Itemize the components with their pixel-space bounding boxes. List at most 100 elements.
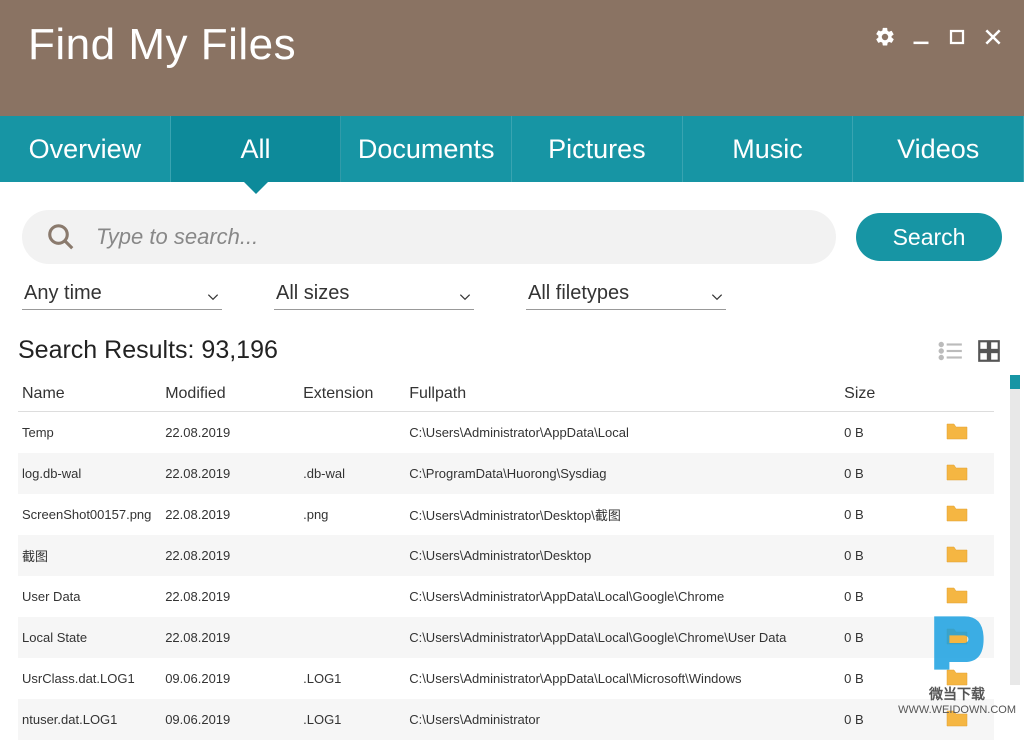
tab-all[interactable]: All xyxy=(171,116,342,182)
table-row[interactable]: Temp22.08.2019 C:\Users\Administrator\App… xyxy=(18,412,994,454)
cell-name: User Data xyxy=(18,576,161,617)
col-name[interactable]: Name xyxy=(18,375,161,412)
results-table: Name Modified Extension Fullpath Size Te… xyxy=(18,375,994,740)
results-table-wrap: Name Modified Extension Fullpath Size Te… xyxy=(0,375,1024,740)
cell-size: 0 B xyxy=(840,453,941,494)
filter-filetype[interactable]: All filetypes xyxy=(526,278,726,310)
cell-size: 0 B xyxy=(840,658,941,699)
filter-row: Any time All sizes All filetypes xyxy=(0,264,1024,310)
close-icon[interactable] xyxy=(982,26,1004,48)
cell-fullpath: C:\Users\Administrator\Desktop xyxy=(405,535,840,576)
cell-fullpath: C:\Users\Administrator\AppData\Local\Goo… xyxy=(405,617,840,658)
col-action xyxy=(941,375,994,412)
cell-extension: .db-wal xyxy=(299,453,405,494)
table-row[interactable]: ScreenShot00157.png22.08.2019.pngC:\User… xyxy=(18,494,994,535)
filter-size-label: All sizes xyxy=(276,282,349,305)
search-icon xyxy=(46,222,76,252)
cell-name: UsrClass.dat.LOG1 xyxy=(18,658,161,699)
col-fullpath[interactable]: Fullpath xyxy=(405,375,840,412)
cell-modified: 22.08.2019 xyxy=(161,535,299,576)
col-size[interactable]: Size xyxy=(840,375,941,412)
grid-view-icon[interactable] xyxy=(976,338,1002,364)
scrollbar[interactable] xyxy=(1010,375,1020,685)
list-view-icon[interactable] xyxy=(938,338,964,364)
open-folder-button[interactable] xyxy=(941,535,994,576)
results-count: Search Results: 93,196 xyxy=(18,336,278,365)
table-row[interactable]: log.db-wal22.08.2019.db-walC:\ProgramDat… xyxy=(18,453,994,494)
cell-fullpath: C:\Users\Administrator xyxy=(405,699,840,740)
open-folder-button[interactable] xyxy=(941,576,994,617)
cell-fullpath: C:\Users\Administrator\Desktop\截图 xyxy=(405,494,840,535)
cell-fullpath: C:\Users\Administrator\AppData\Local\Goo… xyxy=(405,576,840,617)
cell-size: 0 B xyxy=(840,494,941,535)
col-extension[interactable]: Extension xyxy=(299,375,405,412)
results-number: 93,196 xyxy=(201,336,277,364)
table-row[interactable]: Local State22.08.2019 C:\Users\Administra… xyxy=(18,617,994,658)
cell-extension: .png xyxy=(299,494,405,535)
cell-size: 0 B xyxy=(840,576,941,617)
search-row: Search xyxy=(0,182,1024,264)
cell-fullpath: C:\Users\Administrator\AppData\Local\Mic… xyxy=(405,658,840,699)
cell-extension xyxy=(299,576,405,617)
search-button[interactable]: Search xyxy=(856,213,1002,261)
table-row[interactable]: ntuser.dat.LOG109.06.2019.LOG1C:\Users\A… xyxy=(18,699,994,740)
cell-name: log.db-wal xyxy=(18,453,161,494)
table-row[interactable]: UsrClass.dat.LOG109.06.2019.LOG1C:\Users… xyxy=(18,658,994,699)
cell-modified: 22.08.2019 xyxy=(161,617,299,658)
filter-time[interactable]: Any time xyxy=(22,278,222,310)
cell-extension xyxy=(299,412,405,454)
cell-modified: 22.08.2019 xyxy=(161,453,299,494)
search-input[interactable] xyxy=(96,224,812,250)
cell-size: 0 B xyxy=(840,699,941,740)
chevron-down-icon xyxy=(710,287,724,301)
gear-icon[interactable] xyxy=(874,26,896,48)
cell-extension: .LOG1 xyxy=(299,699,405,740)
maximize-icon[interactable] xyxy=(946,26,968,48)
cell-modified: 09.06.2019 xyxy=(161,658,299,699)
open-folder-button[interactable] xyxy=(941,658,994,699)
filter-size[interactable]: All sizes xyxy=(274,278,474,310)
scrollthumb[interactable] xyxy=(1010,375,1020,389)
chevron-down-icon xyxy=(206,287,220,301)
cell-size: 0 B xyxy=(840,412,941,454)
filter-filetype-label: All filetypes xyxy=(528,282,629,305)
cell-modified: 22.08.2019 xyxy=(161,494,299,535)
minimize-icon[interactable] xyxy=(910,26,932,48)
cell-name: ntuser.dat.LOG1 xyxy=(18,699,161,740)
cell-name: 截图 xyxy=(18,535,161,576)
open-folder-button[interactable] xyxy=(941,699,994,740)
col-modified[interactable]: Modified xyxy=(161,375,299,412)
cell-size: 0 B xyxy=(840,535,941,576)
cell-name: Local State xyxy=(18,617,161,658)
cell-fullpath: C:\ProgramData\Huorong\Sysdiag xyxy=(405,453,840,494)
results-label: Search Results: xyxy=(18,336,201,364)
cell-modified: 22.08.2019 xyxy=(161,576,299,617)
cell-modified: 22.08.2019 xyxy=(161,412,299,454)
tabs: OverviewAllDocumentsPicturesMusicVideos xyxy=(0,116,1024,182)
titlebar: Find My Files xyxy=(0,0,1024,116)
search-box[interactable] xyxy=(22,210,836,264)
tab-videos[interactable]: Videos xyxy=(853,116,1024,182)
chevron-down-icon xyxy=(458,287,472,301)
open-folder-button[interactable] xyxy=(941,494,994,535)
cell-size: 0 B xyxy=(840,617,941,658)
cell-extension: .LOG1 xyxy=(299,658,405,699)
tab-overview[interactable]: Overview xyxy=(0,116,171,182)
tab-music[interactable]: Music xyxy=(683,116,854,182)
results-header: Search Results: 93,196 xyxy=(0,310,1024,375)
cell-fullpath: C:\Users\Administrator\AppData\Local xyxy=(405,412,840,454)
table-row[interactable]: 截图22.08.2019 C:\Users\Administrator\Deskt… xyxy=(18,535,994,576)
open-folder-button[interactable] xyxy=(941,617,994,658)
open-folder-button[interactable] xyxy=(941,453,994,494)
table-header-row: Name Modified Extension Fullpath Size xyxy=(18,375,994,412)
tab-documents[interactable]: Documents xyxy=(341,116,512,182)
cell-extension xyxy=(299,617,405,658)
window-controls xyxy=(874,26,1004,48)
filter-time-label: Any time xyxy=(24,282,102,305)
table-row[interactable]: User Data22.08.2019 C:\Users\Administrato… xyxy=(18,576,994,617)
view-toggles xyxy=(938,338,1002,364)
tab-pictures[interactable]: Pictures xyxy=(512,116,683,182)
cell-modified: 09.06.2019 xyxy=(161,699,299,740)
open-folder-button[interactable] xyxy=(941,412,994,454)
cell-name: Temp xyxy=(18,412,161,454)
